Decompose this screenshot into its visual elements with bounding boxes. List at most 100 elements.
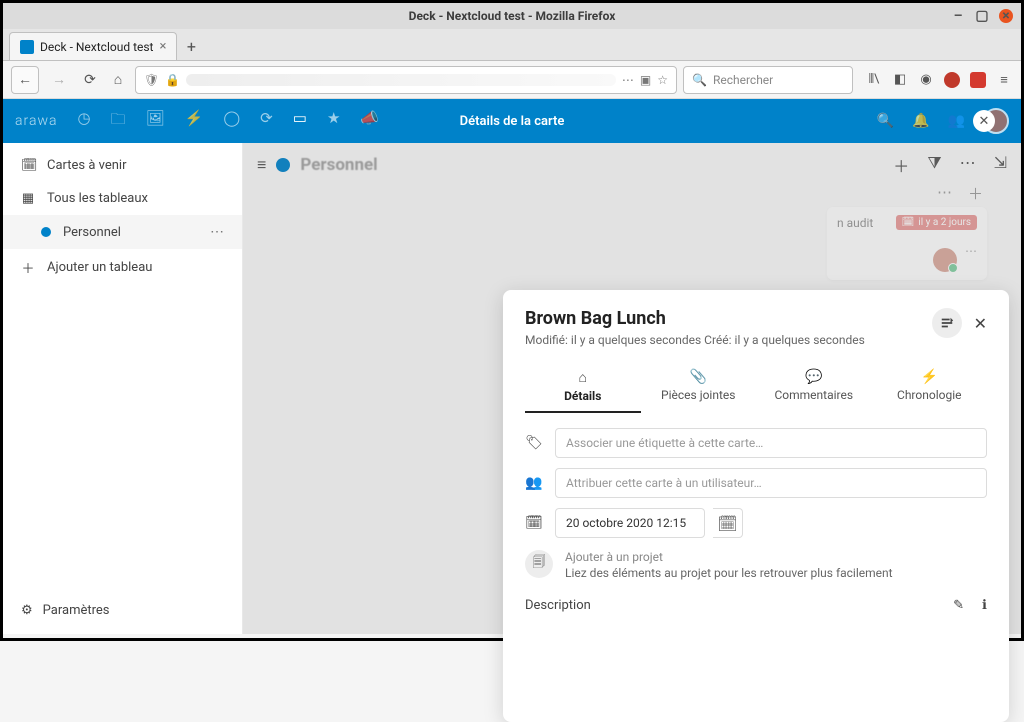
sidebar-item-more-icon[interactable]: ⋯: [210, 224, 224, 240]
app-photos-icon[interactable]: 🖼: [146, 109, 165, 134]
home-icon: ⌂: [525, 369, 641, 386]
sidebar-toggle-icon[interactable]: ◧: [891, 71, 909, 89]
browser-tab-title: Deck - Nextcloud test: [40, 40, 153, 54]
tab-attachments[interactable]: 📎 Pièces jointes: [641, 363, 757, 413]
modal-header-actions: ✕: [932, 308, 987, 338]
board-color-dot: [41, 227, 51, 237]
description-row: Description ✎ ℹ: [525, 598, 987, 613]
browser-tab-active[interactable]: Deck - Nextcloud test ×: [9, 32, 177, 60]
tag-input[interactable]: [555, 428, 987, 458]
sidebar-label-all-boards: Tous les tableaux: [47, 191, 148, 206]
modal-tabs: ⌂ Détails 📎 Pièces jointes 💬 Commentaire…: [525, 363, 987, 414]
sidebar-item-upcoming[interactable]: 🗓 Cartes à venir: [3, 149, 242, 182]
extension-icons: ⫴\ ◧ ◉ ≡: [865, 71, 1013, 89]
bolt-icon: ⚡: [872, 369, 988, 385]
paperclip-icon: 📎: [641, 369, 757, 385]
url-bar[interactable]: 🛡 🔒 ⋯ ▣ ☆: [135, 66, 677, 94]
calendar-icon: 🗓: [21, 158, 35, 173]
lock-icon: 🔒: [165, 73, 180, 87]
plus-icon: ＋: [21, 258, 35, 277]
favicon-icon: [20, 40, 34, 54]
tab-close-icon[interactable]: ×: [159, 39, 166, 54]
assign-input[interactable]: [555, 468, 987, 498]
header-contacts-icon[interactable]: 👥: [948, 113, 965, 129]
comment-icon: 💬: [756, 369, 872, 385]
url-blurred: [186, 74, 616, 86]
project-row[interactable]: 🗐 Ajouter à un projet Liez des éléments …: [525, 550, 987, 580]
project-title: Ajouter à un projet: [565, 550, 893, 564]
sidebar-label-upcoming: Cartes à venir: [47, 158, 127, 173]
boards-icon: ▦: [21, 191, 35, 206]
gear-icon: ⚙: [21, 603, 33, 618]
sidebar-item-add-board[interactable]: ＋ Ajouter un tableau: [3, 249, 242, 286]
description-actions: ✎ ℹ: [953, 598, 987, 613]
extension-ublock-icon[interactable]: [943, 71, 961, 89]
nav-forward-button: →: [45, 66, 73, 94]
app-favorites-icon[interactable]: ★: [327, 109, 340, 134]
app-dashboard-icon[interactable]: ◷: [78, 109, 91, 134]
app-announce-icon[interactable]: 📣: [360, 109, 379, 134]
browser-tabstrip: Deck - Nextcloud test × +: [3, 29, 1021, 61]
main-area: ≡ Personnel ＋ ⧩ ⋯ ⇲ ⋯ ＋ n audit 🗓 il y a…: [243, 143, 1021, 634]
header-title: Détails de la carte: [460, 114, 565, 129]
extension-panda-icon[interactable]: ◉: [917, 71, 935, 89]
info-icon[interactable]: ℹ: [982, 598, 987, 613]
app-logo[interactable]: arawa: [15, 113, 58, 129]
sidebar-item-all-boards[interactable]: ▦ Tous les tableaux: [3, 182, 242, 215]
app-switcher: ◷ 🗀 🖼 ⚡ ◯ ⟳ ▭ ★ 📣: [78, 109, 380, 134]
hamburger-menu-icon[interactable]: ≡: [995, 71, 1013, 89]
edit-icon[interactable]: ✎: [953, 598, 964, 613]
sidebar: 🗓 Cartes à venir ▦ Tous les tableaux Per…: [3, 143, 243, 634]
assign-row: 👥: [525, 468, 987, 498]
nav-reload-button[interactable]: ⟳: [79, 69, 101, 91]
search-icon: 🔍: [692, 73, 707, 87]
library-icon[interactable]: ⫴\: [865, 71, 883, 89]
header-search-icon[interactable]: 🔍: [877, 113, 894, 129]
shield-icon[interactable]: 🛡: [144, 73, 159, 87]
app-updates-icon[interactable]: ⟳: [260, 109, 273, 134]
modal-header: Brown Bag Lunch Modifié: il y a quelques…: [525, 308, 987, 347]
modal-close-button[interactable]: ✕: [974, 314, 987, 333]
search-placeholder: Rechercher: [713, 73, 773, 87]
nav-back-button[interactable]: ←: [11, 66, 39, 94]
app-deck-icon[interactable]: ▭: [293, 109, 307, 134]
new-tab-button[interactable]: +: [177, 32, 205, 60]
card-options-button[interactable]: [932, 308, 962, 338]
project-text: Ajouter à un projet Liez des éléments au…: [565, 550, 893, 580]
modal-fields: 🏷 👥 🗓 🗓: [525, 428, 987, 538]
tab-comments[interactable]: 💬 Commentaires: [756, 363, 872, 413]
due-date-input[interactable]: [555, 508, 705, 538]
window-maximize-icon[interactable]: ▢: [975, 9, 989, 23]
modal-overlay-close-button[interactable]: ✕: [973, 110, 995, 132]
app-activity-icon[interactable]: ⚡: [185, 109, 204, 134]
project-icon: 🗐: [525, 550, 553, 578]
app-files-icon[interactable]: 🗀: [111, 109, 126, 134]
sidebar-settings[interactable]: ⚙ Paramètres: [3, 593, 242, 628]
project-hint: Liez des éléments au projet pour les ret…: [565, 566, 893, 580]
window-minimize-icon[interactable]: –: [951, 9, 965, 23]
window-close-button[interactable]: ×: [999, 9, 1013, 23]
due-row: 🗓 🗓: [525, 508, 987, 538]
window-controls: – ▢ ×: [951, 9, 1013, 23]
app-talk-icon[interactable]: ◯: [223, 109, 240, 134]
reader-icon[interactable]: ▣: [640, 73, 651, 87]
tab-timeline[interactable]: ⚡ Chronologie: [872, 363, 988, 413]
browser-toolbar: ← → ⟳ ⌂ 🛡 🔒 ⋯ ▣ ☆ 🔍 Rechercher ⫴\ ◧ ◉ ≡: [3, 61, 1021, 99]
tag-row: 🏷: [525, 428, 987, 458]
tab-details[interactable]: ⌂ Détails: [525, 363, 641, 413]
card-title: Brown Bag Lunch: [525, 308, 865, 329]
sidebar-item-personal[interactable]: Personnel ⋯: [3, 215, 242, 249]
app-header: arawa ◷ 🗀 🖼 ⚡ ◯ ⟳ ▭ ★ 📣 Détails de la ca…: [3, 99, 1021, 143]
browser-search-box[interactable]: 🔍 Rechercher: [683, 66, 853, 94]
users-icon: 👥: [525, 475, 543, 491]
sidebar-label-personal: Personnel: [63, 225, 121, 240]
sidebar-settings-label: Paramètres: [43, 603, 110, 618]
due-date-picker-button[interactable]: 🗓: [713, 508, 743, 538]
url-dots-icon[interactable]: ⋯: [622, 73, 634, 87]
extension-adblock-icon[interactable]: [969, 71, 987, 89]
window-title: Deck - Nextcloud test - Mozilla Firefox: [409, 9, 616, 23]
tag-icon: 🏷: [525, 435, 543, 451]
bookmark-star-icon[interactable]: ☆: [657, 73, 668, 87]
header-notifications-icon[interactable]: 🔔: [912, 113, 929, 129]
nav-home-button[interactable]: ⌂: [107, 69, 129, 91]
